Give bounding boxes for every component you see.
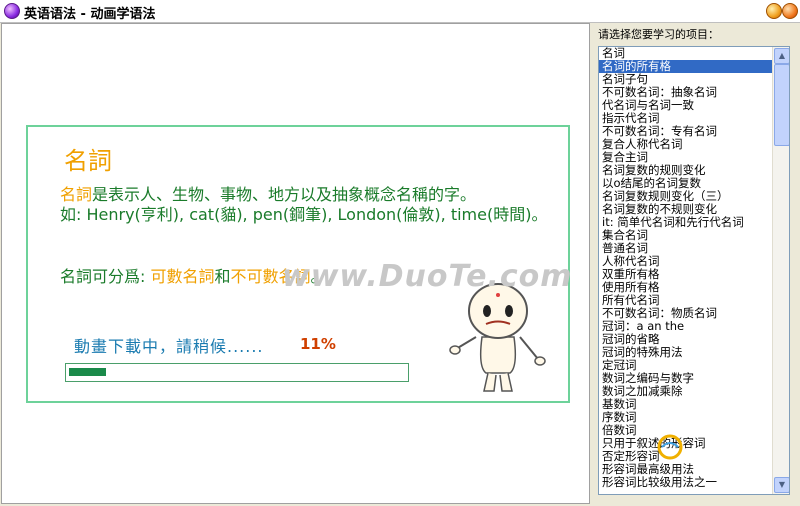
topic-list-item[interactable]: 以o结尾的名词复数 <box>599 177 773 190</box>
topic-list-item[interactable]: 复合主词 <box>599 151 773 164</box>
and-label: 和 <box>214 267 231 286</box>
sidebar-label: 请选择您要学习的项目： <box>598 28 719 41</box>
example-text: 如: Henry(亨利), cat(貓), pen(鋼筆), London(倫敦… <box>60 205 548 224</box>
topic-list-item[interactable]: it: 简单代名词和先行代名词 <box>599 216 773 229</box>
loading-percent: 11% <box>300 335 336 353</box>
topic-list-item[interactable]: 复合人称代名词 <box>599 138 773 151</box>
topic-list-item[interactable]: 双重所有格 <box>599 268 773 281</box>
topic-list-item[interactable]: 名词的所有格 <box>599 60 773 73</box>
watermark: www.DuoTe.com <box>282 259 573 294</box>
term-highlight: 名詞 <box>60 185 93 204</box>
topic-list-item[interactable]: 不可数名词：专有名词 <box>599 125 773 138</box>
topic-list-item[interactable]: 冠词：a an the <box>599 320 773 333</box>
list-scrollbar[interactable]: ▲ ▼ <box>772 47 789 494</box>
topic-list-item[interactable]: 定冠词 <box>599 359 773 372</box>
title-bar: 英语语法 - 动画学语法 <box>0 0 800 23</box>
lesson-title: 名詞 <box>64 147 112 175</box>
description-text: 是表示人、生物、事物、地方以及抽象概念名稱的字。 <box>92 185 477 204</box>
topic-list-item[interactable]: 数词之编码与数字 <box>599 372 773 385</box>
topic-list-item[interactable]: 人称代名词 <box>599 255 773 268</box>
topic-list-item[interactable]: 基数词 <box>599 398 773 411</box>
topic-list-item[interactable]: 普通名词 <box>599 242 773 255</box>
topic-list: 名词 名词的所有格 名词子句 不可数名词：抽象名词 代名词与名词一致 指示代名词 不可数名词… <box>599 47 773 489</box>
progress-bar <box>65 363 409 382</box>
topic-listbox[interactable]: 名词 名词的所有格 名词子句 不可数名词：抽象名词 代名词与名词一致 指示代名词 不可数名词… <box>598 46 790 495</box>
window-title: 英语语法 - 动画学语法 <box>24 7 156 22</box>
topic-list-item[interactable]: 名词复数规则变化（三） <box>599 190 773 203</box>
topic-list-item[interactable]: 冠词的省略 <box>599 333 773 346</box>
topic-list-item[interactable]: 不可数名词：物质名词 <box>599 307 773 320</box>
topic-list-item[interactable]: 名词子句 <box>599 73 773 86</box>
topic-list-item[interactable]: 代名词与名词一致 <box>599 99 773 112</box>
minimize-button[interactable] <box>766 3 782 19</box>
site-badge-logo <box>657 434 683 460</box>
topic-list-item[interactable]: 名词复数的不规则变化 <box>599 203 773 216</box>
topic-list-item[interactable]: 指示代名词 <box>599 112 773 125</box>
close-button[interactable] <box>782 3 798 19</box>
topic-list-item[interactable]: 序数词 <box>599 411 773 424</box>
countable-noun-label: 可數名詞 <box>150 267 215 286</box>
topic-list-item[interactable]: 名词 <box>599 47 773 60</box>
topic-list-item[interactable]: 数词之加减乘除 <box>599 385 773 398</box>
scroll-thumb[interactable] <box>774 64 789 146</box>
topic-list-item[interactable]: 所有代名词 <box>599 294 773 307</box>
progress-fill <box>69 368 106 376</box>
topic-list-item[interactable]: 使用所有格 <box>599 281 773 294</box>
topic-list-item[interactable]: 名词复数的规则变化 <box>599 164 773 177</box>
app-icon[interactable] <box>4 3 20 19</box>
lesson-description: 名詞是表示人、生物、事物、地方以及抽象概念名稱的字。 如: Henry(亨利),… <box>60 185 560 225</box>
topic-list-item[interactable]: 冠词的特殊用法 <box>599 346 773 359</box>
classification-prefix: 名詞可分爲: <box>60 267 151 286</box>
animation-area: 名詞 名詞是表示人、生物、事物、地方以及抽象概念名稱的字。 如: Henry(亨… <box>1 23 590 504</box>
scroll-up-icon[interactable]: ▲ <box>774 48 789 64</box>
topic-list-item[interactable]: 不可数名词：抽象名词 <box>599 86 773 99</box>
loading-text: 動畫下載中，請稍候...... <box>74 337 264 356</box>
topic-list-item[interactable]: 集合名词 <box>599 229 773 242</box>
